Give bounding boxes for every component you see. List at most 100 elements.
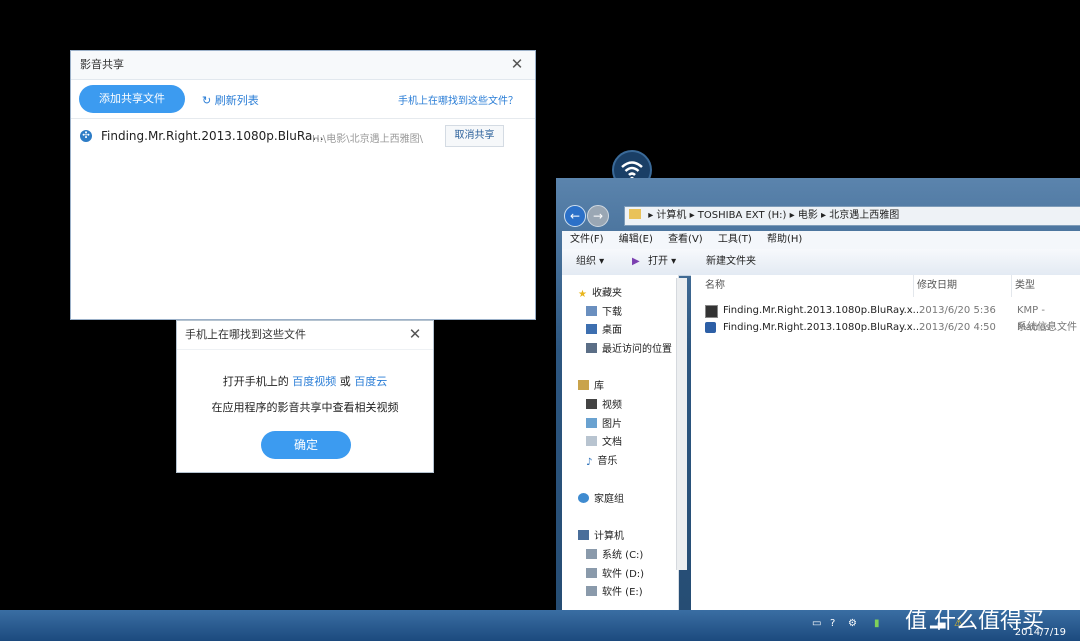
close-icon[interactable]: ✕ (509, 56, 525, 72)
menu-bar: 文件(F) 编辑(E) 查看(V) 工具(T) 帮助(H) (562, 231, 1080, 249)
nav-documents[interactable]: 文档 (586, 433, 622, 448)
nav-libraries-label: 库 (594, 381, 604, 392)
nav-scrollbar[interactable] (676, 278, 687, 570)
back-arrow-icon[interactable]: ← (564, 205, 586, 227)
nav-pictures-label: 图片 (602, 419, 622, 430)
menu-file[interactable]: 文件(F) (570, 234, 604, 245)
nav-videos-label: 视频 (602, 400, 622, 411)
file-name: Finding.Mr.Right.2013.1080p.BluRay.x... (723, 322, 923, 333)
tray-battery-icon[interactable]: ▮ (874, 618, 880, 629)
nav-favorites[interactable]: ★ 收藏夹 (578, 284, 622, 300)
nav-pictures[interactable]: 图片 (586, 415, 622, 430)
tray-help-icon[interactable]: ? (830, 618, 835, 629)
nav-music[interactable]: ♪ 音乐 (586, 452, 618, 468)
shared-file-row[interactable]: ✣ Finding.Mr.Right.2013.1080p.BluRa... H… (71, 119, 535, 155)
nav-drive-e[interactable]: 软件 (E:) (586, 583, 643, 598)
share-toolbar: 添加共享文件 ↻ 刷新列表 手机上在哪找到这些文件？ (71, 80, 535, 119)
folder-icon (629, 209, 641, 219)
line1-prefix: 打开手机上的 (222, 375, 289, 388)
music-icon: ♪ (586, 457, 593, 468)
tray-network-icon[interactable]: ▭ (812, 618, 821, 629)
nav-music-label: 音乐 (597, 456, 618, 467)
file-row[interactable]: Finding.Mr.Right.2013.1080p.BluRay.x... … (691, 302, 1080, 333)
nav-drive-e-label: 软件 (E:) (602, 587, 643, 598)
crumb-drive[interactable]: TOSHIBA EXT (H:) (698, 210, 787, 221)
refresh-list-button[interactable]: ↻ 刷新列表 (202, 92, 259, 108)
crumb-computer[interactable]: 计算机 (656, 210, 686, 221)
film-reel-icon: ✣ (80, 130, 92, 142)
ok-button[interactable]: 确定 (261, 431, 351, 459)
explorer-window: ← → ▸ 计算机 ▸ TOSHIBA EXT (H:) ▸ 电影 ▸ 北京遇上… (556, 178, 1080, 610)
nav-recent[interactable]: 最近访问的位置 (586, 340, 672, 355)
new-folder-button[interactable]: 新建文件夹 (706, 249, 756, 275)
shared-file-name: Finding.Mr.Right.2013.1080p.BluRa... (101, 129, 324, 143)
menu-edit[interactable]: 编辑(E) (619, 234, 653, 245)
crumb-folder[interactable]: 北京遇上西雅图 (829, 210, 899, 221)
nav-documents-label: 文档 (602, 437, 622, 448)
shared-file-path: H:\电影\北京遇上西雅图\ (312, 134, 423, 145)
drive-icon (586, 586, 597, 596)
nav-videos[interactable]: 视频 (586, 396, 622, 411)
videos-icon (586, 399, 597, 409)
homegroup-icon (578, 493, 589, 503)
find-files-dialog: 手机上在哪找到这些文件 ✕ 打开手机上的 百度视频 或 百度云 在应用程序的影音… (176, 320, 434, 473)
file-type: 系统信息文件 (1017, 322, 1077, 333)
address-bar[interactable]: ▸ 计算机 ▸ TOSHIBA EXT (H:) ▸ 电影 ▸ 北京遇上西雅图 (624, 206, 1080, 226)
crumb-sep: ▸ (789, 210, 798, 221)
add-share-file-button[interactable]: 添加共享文件 (79, 85, 185, 113)
baidu-video-link[interactable]: 百度视频 (292, 375, 336, 388)
menu-tools[interactable]: 工具(T) (718, 234, 752, 245)
menu-view[interactable]: 查看(V) (668, 234, 703, 245)
find-dialog-title: 手机上在哪找到这些文件 (177, 321, 433, 350)
nav-desktop[interactable]: 桌面 (586, 321, 622, 336)
tray-settings-icon[interactable]: ⚙ (848, 618, 857, 629)
close-icon[interactable]: ✕ (407, 326, 423, 342)
star-icon: ★ (578, 289, 587, 300)
cancel-share-button[interactable]: 取消共享 (445, 125, 504, 147)
command-bar: 组织 ▾ ▶ 打开 ▾ 新建文件夹 (562, 249, 1080, 276)
nav-libraries[interactable]: 库 (578, 377, 604, 392)
find-files-link[interactable]: 手机上在哪找到这些文件？ (398, 92, 518, 107)
nav-drive-d[interactable]: 软件 (D:) (586, 565, 644, 580)
refresh-label: 刷新列表 (214, 94, 259, 107)
download-folder-icon (586, 306, 597, 316)
menu-help[interactable]: 帮助(H) (767, 234, 802, 245)
organize-button[interactable]: 组织 ▾ (576, 249, 604, 275)
find-dialog-line2: 在应用程序的影音共享中查看相关视频 (211, 401, 399, 414)
documents-icon (586, 436, 597, 446)
crumb-movies[interactable]: 电影 (798, 210, 818, 221)
open-button[interactable]: 打开 ▾ (648, 249, 676, 275)
computer-icon (578, 530, 589, 540)
nav-drive-d-label: 软件 (D:) (602, 569, 645, 580)
file-date: 2013/6/20 4:50 (919, 322, 996, 333)
file-list: 名称 修改日期 类型 Finding.Mr.Right.2013.1080p.B… (691, 275, 1080, 610)
nav-downloads-label: 下载 (602, 307, 622, 318)
or-text: 或 (339, 375, 351, 388)
file-row[interactable]: Finding.Mr.Right.2013.1080p.BluRay.x... … (691, 319, 1080, 336)
recent-places-icon (586, 343, 597, 353)
system-info-file-icon (705, 322, 716, 333)
column-name[interactable]: 名称 (705, 275, 914, 297)
nav-computer[interactable]: 计算机 (578, 527, 624, 542)
nav-downloads[interactable]: 下载 (586, 303, 622, 318)
forward-arrow-icon[interactable]: → (587, 205, 609, 227)
baidu-cloud-link[interactable]: 百度云 (354, 375, 387, 388)
crumb-sep: ▸ (689, 210, 698, 221)
column-type[interactable]: 类型 (1015, 275, 1080, 297)
share-dialog-title: 影音共享 (71, 51, 535, 80)
open-with-icon: ▶ (632, 256, 640, 267)
file-date: 2013/6/20 5:36 (919, 305, 996, 316)
navigation-pane: ★ 收藏夹 下载 桌面 最近访问的位置 库 视频 图片 文档 ♪ 音乐 家庭组 计算… (562, 275, 679, 610)
find-dialog-line1: 打开手机上的 百度视频 或 百度云 (177, 373, 433, 389)
nav-computer-label: 计算机 (594, 531, 624, 542)
navigation-bar: ← → ▸ 计算机 ▸ TOSHIBA EXT (H:) ▸ 电影 ▸ 北京遇上… (562, 204, 1080, 228)
nav-favorites-label: 收藏夹 (591, 288, 622, 299)
nav-drive-c[interactable]: 系统 (C:) (586, 546, 643, 561)
watermark-logo: 值 什么值得买 (905, 609, 1044, 634)
column-date[interactable]: 修改日期 (917, 275, 1012, 297)
library-icon (578, 380, 589, 390)
nav-homegroup[interactable]: 家庭组 (578, 490, 624, 505)
drive-icon (586, 549, 597, 559)
desktop-icon (586, 324, 597, 334)
nav-homegroup-label: 家庭组 (594, 494, 624, 505)
